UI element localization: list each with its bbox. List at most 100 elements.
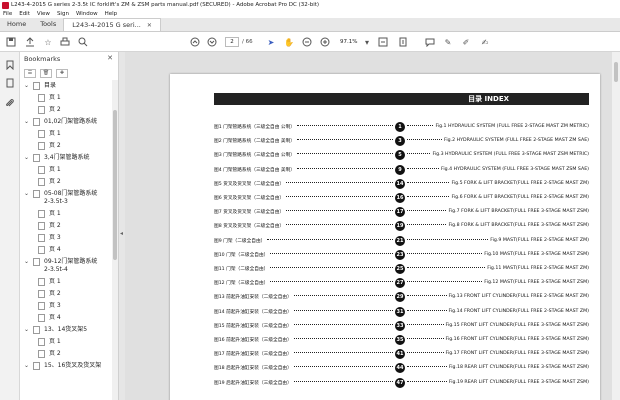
bookmark-item[interactable]: 页 2	[38, 290, 61, 298]
bookmark-item[interactable]: 页 2	[38, 178, 61, 186]
dot-leader	[407, 252, 482, 254]
star-icon[interactable]: ☆	[43, 37, 53, 47]
dot-leader	[294, 309, 393, 311]
bookmark-group[interactable]: 2-3.5t-4	[24, 266, 68, 273]
bookmark-group[interactable]: ⌄ 目录	[24, 82, 56, 90]
comment-icon[interactable]	[425, 37, 435, 47]
index-entry[interactable]: 图9 门架（二级全自由） 21 Fig.9 MAST(FULL FREE 2-STA…	[214, 235, 589, 246]
index-entry[interactable]: 图11 门架（二级全自由） 25 Fig.11 MAST(FULL FREE 2-S…	[214, 264, 589, 274]
bookmark-item[interactable]: 页 3	[38, 234, 61, 242]
chevron-down-icon[interactable]: ⌄	[24, 118, 31, 125]
bookmark-options-icon[interactable]: ☰	[24, 68, 36, 78]
index-entry[interactable]: 图16 前起升油缸安装（三级全自由） 35 Fig.16 FRONT LIFT CY…	[214, 335, 589, 345]
index-entry[interactable]: 图15 前起升油缸安装（三级全自由） 33 Fig.15 FRONT LIFT CY…	[214, 320, 589, 331]
bookmark-label: 页 2	[49, 142, 61, 149]
index-entry[interactable]: 图19 后起升油缸安装（三级全自由） 47 Fig.19 REAR LIFT CYL…	[214, 377, 589, 388]
close-panel-icon[interactable]: ✕	[107, 54, 113, 62]
sign-icon[interactable]: ✍	[480, 37, 490, 47]
chevron-down-icon[interactable]: ⌄	[24, 258, 31, 265]
print-icon[interactable]	[60, 37, 70, 47]
tab-home[interactable]: Home	[0, 18, 33, 31]
page-number-input[interactable]: 2	[225, 37, 239, 47]
index-entry[interactable]: 图5 货叉及货叉架（二级全自由） 14 Fig.5 FORK & LIFT BRAC…	[214, 178, 589, 189]
zoom-out-icon[interactable]	[302, 37, 312, 47]
bookmark-item[interactable]: 页 1	[38, 94, 61, 102]
bookmark-group[interactable]: ⌄ 15、16货叉及货叉架	[24, 362, 101, 370]
page-thumbnails-icon[interactable]	[5, 78, 15, 88]
index-entry[interactable]: 图10 门架（三级全自由） 23 Fig.10 MAST(FULL FREE 3-S…	[214, 249, 589, 260]
bookmark-group[interactable]: ⌄ 01,02门架管路系统	[24, 118, 97, 126]
search-icon[interactable]	[78, 37, 88, 47]
close-tab-icon[interactable]: ✕	[147, 19, 152, 32]
bookmark-label: 页 2	[49, 222, 61, 229]
index-entry[interactable]: 图3 门架管路系统（三级全自由 公制） 5 Fig.3 HYDRAULIC SYST…	[214, 150, 589, 161]
chevron-down-icon[interactable]: ▾	[362, 37, 372, 47]
bookmark-item[interactable]: 页 1	[38, 166, 61, 174]
bookmark-label: 页 1	[49, 130, 61, 137]
bookmark-item[interactable]: 页 2	[38, 222, 61, 230]
bookmarks-scrollbar[interactable]	[112, 80, 118, 400]
chevron-down-icon[interactable]: ⌄	[24, 326, 31, 333]
tab-tools[interactable]: Tools	[33, 18, 63, 31]
bookmark-item[interactable]: 页 2	[38, 106, 61, 114]
zoom-in-icon[interactable]	[320, 37, 330, 47]
index-entry[interactable]: 图13 前起升油缸安装（二级全自由） 29 Fig.13 FRONT LIFT CY…	[214, 292, 589, 303]
menu-edit[interactable]: Edit	[19, 11, 30, 17]
bookmark-panel-icon[interactable]	[5, 60, 15, 71]
bookmark-item[interactable]: 页 1	[38, 130, 61, 138]
highlight-pen-icon[interactable]: ✎	[443, 37, 453, 47]
bookmark-group[interactable]: ⌄ 3,4门架管路系统	[24, 154, 90, 162]
index-entry[interactable]: 图4 门架管路系统（三级全自由 美制） 9 Fig.4 HYDRAULIC SYST…	[214, 164, 589, 175]
chevron-down-icon[interactable]: ⌄	[24, 82, 31, 89]
bookmark-group[interactable]: 2-3.5t-3	[24, 198, 68, 205]
page-fit-icon[interactable]	[378, 37, 388, 47]
upload-icon[interactable]	[25, 37, 35, 47]
index-entry[interactable]: 图8 货叉及货叉架（三级全自由） 19 Fig.8 FORK & LIFT BRAC…	[214, 221, 589, 232]
menu-view[interactable]: View	[37, 11, 50, 17]
scroll-thumb[interactable]	[614, 62, 618, 82]
bookmark-group[interactable]: ⌄ 09-12门架管路系统	[24, 258, 97, 266]
tab-document[interactable]: L243-4-2015 G seri... ✕	[63, 18, 161, 31]
index-entry[interactable]: 图2 门架管路系统（二级全自由 美制） 3 Fig.2 HYDRAULIC SYST…	[214, 136, 589, 147]
prev-page-icon[interactable]	[190, 37, 200, 47]
select-cursor-icon[interactable]: ➤	[266, 37, 276, 47]
chevron-down-icon[interactable]: ⌄	[24, 190, 31, 197]
index-entry[interactable]: 图12 门架（三级全自由） 27 Fig.12 MAST(FULL FREE 3-S…	[214, 278, 589, 289]
bookmark-item[interactable]: 页 3	[38, 302, 61, 310]
scroll-mode-icon[interactable]	[398, 37, 408, 47]
attachment-icon[interactable]	[5, 98, 15, 108]
bookmark-item[interactable]: 页 1	[38, 338, 61, 346]
draw-pen-icon[interactable]: ✐	[461, 37, 471, 47]
entry-chinese-title: 图12 门架（三级全自由）	[214, 281, 269, 287]
menu-help[interactable]: Help	[105, 11, 118, 17]
delete-bookmark-icon[interactable]: 🗑	[40, 68, 52, 78]
next-page-icon[interactable]	[207, 37, 217, 47]
bookmark-item[interactable]: 页 1	[38, 278, 61, 286]
chevron-down-icon[interactable]: ⌄	[24, 362, 31, 369]
save-icon[interactable]	[6, 37, 16, 47]
hand-tool-icon[interactable]: ✋	[284, 37, 294, 47]
index-entry[interactable]: 图7 货叉及货叉架（三级全自由） 17 Fig.7 FORK & LIFT BRAC…	[214, 207, 589, 218]
bookmark-item[interactable]: 页 4	[38, 246, 61, 254]
index-entry[interactable]: 图1 门架管路系统（三级全自由 公制） 1 Fig.1 HYDRAULIC SYST…	[214, 122, 589, 132]
bookmark-item[interactable]: 页 4	[38, 314, 61, 322]
collapse-arrow-icon[interactable]: ◂	[120, 230, 123, 237]
document-scrollbar[interactable]	[612, 52, 620, 400]
zoom-level[interactable]: 97.1%	[340, 37, 362, 47]
bookmark-item[interactable]: 页 2	[38, 142, 61, 150]
chevron-down-icon[interactable]: ⌄	[24, 154, 31, 161]
index-entry[interactable]: 图14 前起升油缸安装（二级全自由） 31 Fig.14 FRONT LIFT CY…	[214, 306, 589, 317]
index-entry[interactable]: 图18 后起升油缸安装（三级全自由） 44 Fig.18 REAR LIFT CYL…	[214, 363, 589, 374]
bookmark-group[interactable]: ⌄ 13、14货叉架5	[24, 326, 87, 334]
new-bookmark-icon[interactable]: ✚	[56, 68, 68, 78]
scroll-thumb[interactable]	[113, 110, 117, 260]
bookmark-item[interactable]: 页 2	[38, 350, 61, 358]
menu-window[interactable]: Window	[76, 11, 98, 17]
menu-file[interactable]: File	[3, 11, 12, 17]
bookmark-item[interactable]: 页 1	[38, 210, 61, 218]
menu-sign[interactable]: Sign	[57, 11, 69, 17]
entry-chinese-title: 图19 后起升油缸安装（三级全自由）	[214, 380, 292, 386]
index-entry[interactable]: 图17 前起升油缸安装（三级全自由） 41 Fig.17 FRONT LIFT CY…	[214, 349, 589, 360]
index-entry[interactable]: 图6 货叉及货叉架（二级全自由） 16 Fig.6 FORK & LIFT BRAC…	[214, 193, 589, 203]
bookmark-group[interactable]: ⌄ 05-08门架管路系统	[24, 190, 97, 198]
